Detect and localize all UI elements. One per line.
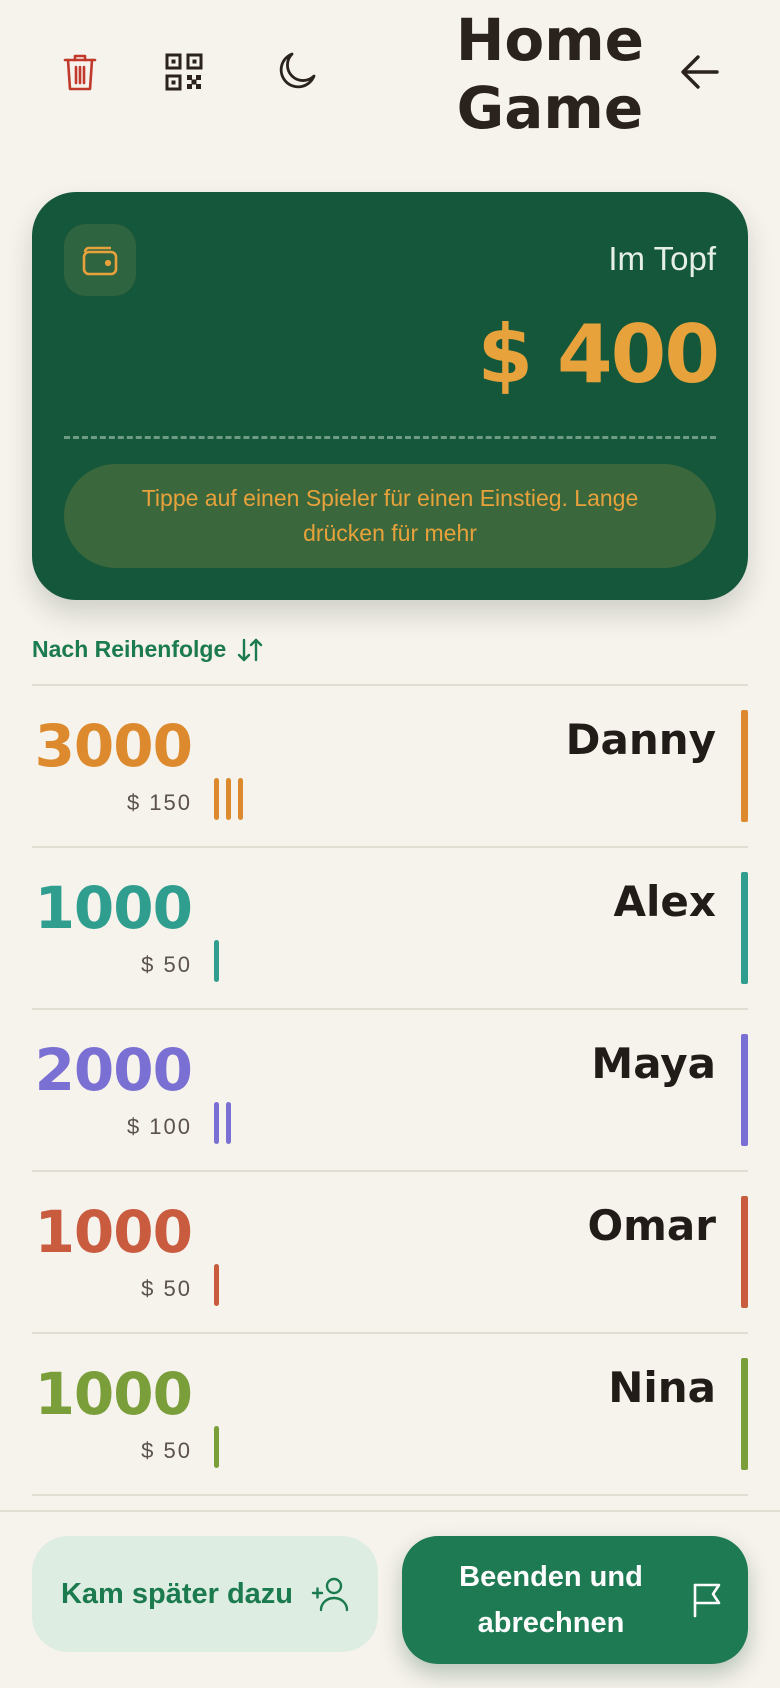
player-money: $ 50 (141, 1276, 192, 1301)
player-row[interactable]: 3000 $ 150 Danny (32, 686, 748, 848)
buyin-ticks (214, 1102, 231, 1144)
buyin-ticks (214, 940, 219, 982)
player-name: Maya (591, 1039, 716, 1088)
buyin-ticks (214, 1264, 219, 1306)
sort-label: Nach Reihenfolge (32, 636, 227, 662)
player-name: Danny (565, 715, 716, 764)
sort-toggle[interactable]: Nach Reihenfolge (32, 636, 264, 663)
buyin-ticks (214, 778, 243, 820)
end-and-settle-button[interactable]: Beenden und abrechnen (402, 1536, 748, 1664)
player-row[interactable]: 2000 $ 100 Maya (32, 1010, 748, 1172)
player-color-bar (741, 710, 748, 822)
moon-icon (279, 52, 316, 89)
page-title: Home Game (456, 6, 644, 142)
player-row[interactable]: 1000 $ 50 Nina (32, 1334, 748, 1496)
buyin-tick (214, 940, 219, 982)
player-name: Omar (587, 1201, 716, 1250)
end-label-line-1: Beenden und (459, 1561, 643, 1593)
player-color-bar (741, 1358, 748, 1470)
title-line-2: Game (456, 74, 644, 142)
pot-hint: Tippe auf einen Spieler für einen Einsti… (64, 464, 716, 568)
sort-arrows-icon (238, 638, 263, 661)
pot-divider (64, 436, 716, 439)
player-chips: 3000 (34, 712, 193, 780)
delete-button[interactable] (56, 46, 104, 98)
player-color-bar (741, 1196, 748, 1308)
buyin-tick (214, 778, 219, 820)
buyin-tick (238, 778, 243, 820)
player-money: $ 50 (141, 1438, 192, 1463)
player-chips: 1000 (34, 1360, 193, 1428)
buyin-tick (214, 1426, 219, 1468)
player-color-bar (741, 1034, 748, 1146)
late-join-label: Kam später dazu (60, 1577, 294, 1610)
theme-toggle-button[interactable] (270, 46, 322, 98)
late-join-button[interactable]: Kam später dazu (32, 1536, 378, 1652)
player-money: $ 150 (126, 790, 192, 815)
buyin-tick (226, 778, 231, 820)
wallet-icon (82, 246, 118, 276)
player-name: Nina (608, 1363, 716, 1412)
buyin-tick (214, 1264, 219, 1306)
player-row[interactable]: 1000 $ 50 Alex (32, 848, 748, 1010)
qr-code-icon (165, 53, 203, 91)
top-bar: Home Game (0, 0, 780, 160)
trash-icon (63, 54, 97, 91)
pot-label: Im Topf (608, 240, 716, 277)
buyin-ticks (214, 1426, 219, 1468)
wallet-badge (64, 224, 136, 296)
buyin-tick (226, 1102, 231, 1144)
flag-icon (693, 1583, 721, 1618)
qr-code-button[interactable] (160, 48, 208, 96)
player-color-bar (741, 872, 748, 984)
pot-amount: $ 400 (477, 308, 720, 401)
player-chips: 1000 (34, 1198, 193, 1266)
player-chips: 2000 (34, 1036, 193, 1104)
player-row[interactable]: 1000 $ 50 Omar (32, 1172, 748, 1334)
add-person-icon (311, 1577, 349, 1612)
player-money: $ 100 (126, 1114, 192, 1139)
end-label: Beenden und abrechnen (422, 1554, 680, 1646)
end-label-line-2: abrechnen (477, 1607, 625, 1639)
back-button[interactable] (676, 48, 724, 96)
title-line-1: Home (455, 6, 644, 74)
footer-divider (0, 1510, 780, 1512)
player-chips: 1000 (34, 874, 193, 942)
player-money: $ 50 (141, 952, 192, 977)
arrow-left-icon (681, 55, 719, 89)
buyin-tick (214, 1102, 219, 1144)
pot-card: Im Topf $ 400 Tippe auf einen Spieler fü… (32, 192, 748, 600)
player-name: Alex (613, 877, 716, 926)
